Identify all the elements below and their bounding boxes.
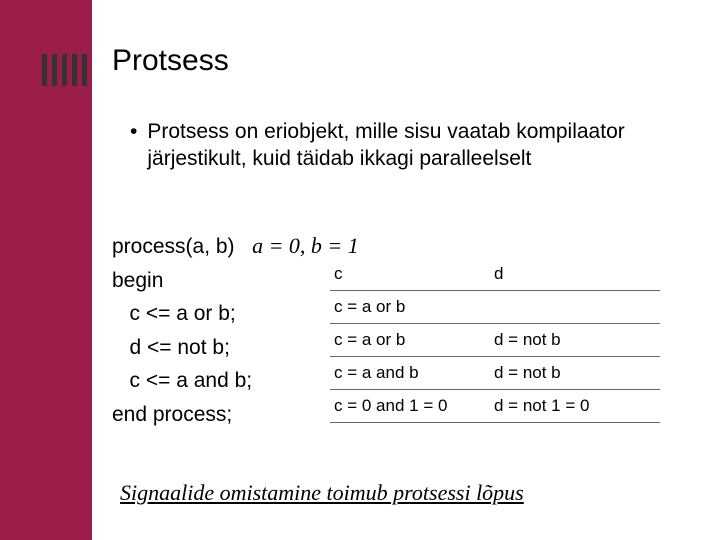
bar-icon [62, 54, 67, 86]
slide: Protsess • Protsess on eriobjekt, mille … [0, 0, 720, 540]
bar-icon [52, 54, 57, 86]
code-text: process(a, b) [112, 235, 252, 258]
code-annotation: a = 0, b = 1 [252, 233, 359, 258]
table-cell: c = 0 and 1 = 0 [330, 390, 490, 423]
bar-icon [42, 54, 47, 86]
table-header-c: c [330, 258, 490, 291]
code-line: d <= not b; [112, 331, 359, 365]
table-header-d: d [490, 258, 660, 291]
bullet-text: Protsess on eriobjekt, mille sisu vaatab… [147, 118, 690, 173]
page-title: Protsess [112, 44, 229, 78]
table-cell: c = a or b [330, 291, 490, 324]
code-line: begin [112, 264, 359, 298]
table-cell: d = not 1 = 0 [490, 390, 660, 423]
table-cell: c = a and b [330, 357, 490, 390]
bar-icon [72, 54, 77, 86]
table-cell [490, 291, 660, 324]
bars-icon [42, 54, 87, 86]
code-line: c <= a or b; [112, 297, 359, 331]
table-row: c = a or b [330, 291, 660, 324]
table-cell: d = not b [490, 357, 660, 390]
code-line: c <= a and b; [112, 364, 359, 398]
table-cell: d = not b [490, 324, 660, 357]
bullet-item: • Protsess on eriobjekt, mille sisu vaat… [130, 118, 690, 173]
code-line: end process; [112, 398, 359, 432]
trace-table: c d c = a or b c = a or b d = not b c = … [330, 258, 660, 423]
bar-icon [82, 54, 87, 86]
table-row: c d [330, 258, 660, 291]
table-row: c = 0 and 1 = 0 d = not 1 = 0 [330, 390, 660, 423]
table-cell: c = a or b [330, 324, 490, 357]
table-row: c = a and b d = not b [330, 357, 660, 390]
bullet-list: • Protsess on eriobjekt, mille sisu vaat… [130, 118, 690, 173]
table-row: c = a or b d = not b [330, 324, 660, 357]
footer-note: Signaalide omistamine toimub protsessi l… [120, 480, 524, 506]
code-line: process(a, b) a = 0, b = 1 [112, 228, 359, 264]
bullet-dot-icon: • [130, 118, 137, 173]
code-block: process(a, b) a = 0, b = 1 begin c <= a … [112, 228, 359, 432]
